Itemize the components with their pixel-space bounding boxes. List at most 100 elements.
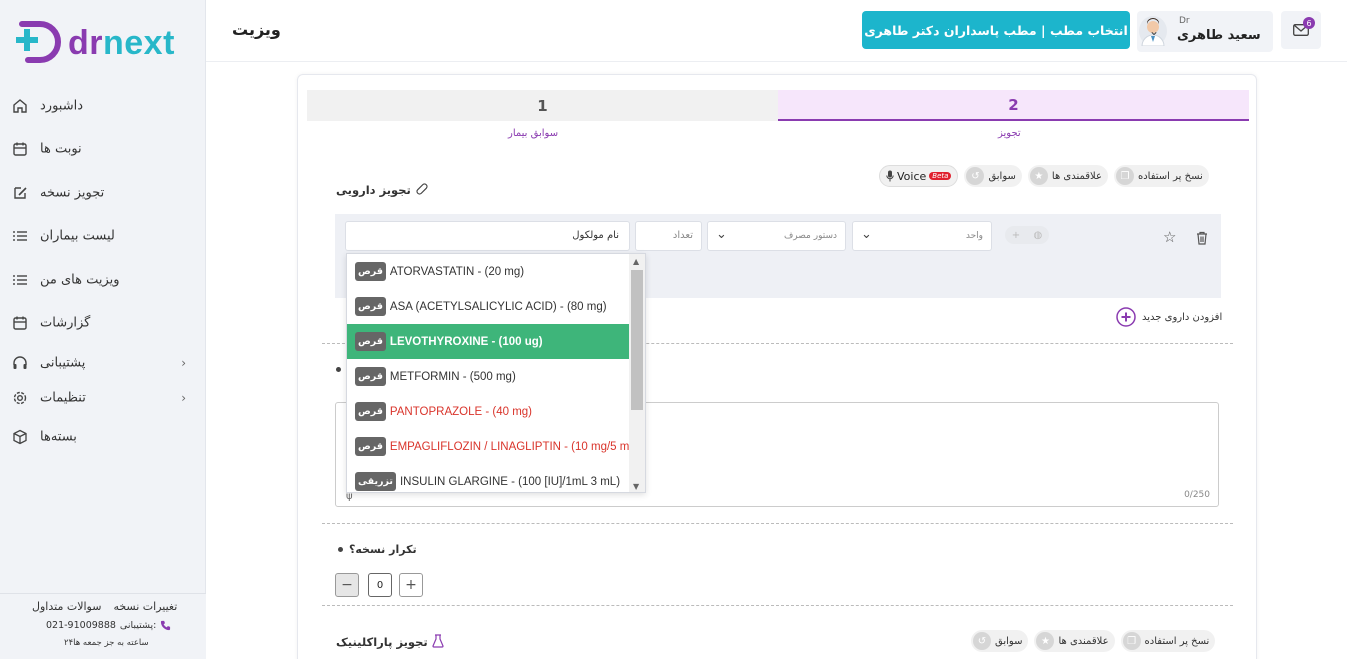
bullet — [338, 547, 343, 552]
sidebar-item-patients[interactable]: لیست بیماران — [0, 215, 206, 259]
gear-icon — [13, 391, 27, 404]
changelog-link[interactable]: تغییرات نسخه — [113, 600, 177, 613]
list-item-selected[interactable]: قرص LEVOTHYROXINE - (100 ug) — [347, 324, 629, 359]
sidebar-item-label: لیست بیماران — [40, 228, 115, 244]
repeat-count-input[interactable]: 0 — [368, 573, 392, 597]
beta-badge: Beta — [929, 172, 952, 180]
logo-mark-icon — [16, 21, 61, 63]
sidebar-item-label: بسته‌ها — [40, 429, 77, 444]
divider — [322, 605, 1233, 606]
sidebar-item-prescription[interactable]: تجویز نسخه — [0, 171, 206, 215]
edit-icon — [14, 187, 27, 199]
list-item[interactable]: قرص ATORVASTATIN - (20 mg) — [347, 254, 629, 289]
list-item[interactable]: قرص PANTOPRAZOLE - (40 mg) — [347, 394, 629, 429]
sidebar-footer: سوالات متداول تغییرات نسخه 021-91009888 … — [0, 593, 206, 659]
star-icon: ★ — [1036, 632, 1055, 650]
sidebar-item-packages[interactable]: بسته‌ها — [0, 415, 206, 458]
select-clinic-button[interactable]: انتخاب مطب | مطب پاسداران دکتر طاهری — [862, 11, 1130, 49]
paraclinic-favorites-chip[interactable]: ★ علاقمندی ها — [1034, 630, 1115, 652]
user-menu[interactable]: Dr سعید طاهری ⌄ — [1137, 11, 1273, 52]
drug-option-text: EMPAGLIFLOZIN / LINAGLIPTIN - (10 mg/5 m… — [389, 440, 640, 453]
pill-icon — [416, 183, 428, 195]
list-icon — [13, 231, 27, 241]
paraclinic-frequent-label: نسخ پر استفاده — [1144, 635, 1210, 647]
sidebar-item-my-visits[interactable]: ویزیت های من — [0, 258, 206, 302]
decrement-button[interactable]: − — [335, 573, 359, 597]
star-icon: ★ — [1029, 167, 1048, 185]
app-root: drnext داشبورد نوبت ها تجویز نسخه لیست ب… — [0, 0, 1347, 659]
trash-icon[interactable] — [1195, 231, 1209, 245]
drug-form-badge: قرص — [355, 297, 386, 316]
paraclinic-section-title: تجویز پاراکلینیک — [336, 634, 444, 649]
brand-name: drnext — [68, 24, 175, 62]
drug-form-badge: قرص — [355, 367, 386, 386]
drug-option-text: LEVOTHYROXINE - (100 ug) — [389, 335, 543, 348]
support-phone-label: پشتیبانی: — [119, 620, 157, 631]
sidebar-item-appointments[interactable]: نوبت ها — [0, 128, 206, 172]
paraclinic-toolbar: ↺ سوابق ★ علاقمندی ها ❐ نسخ پر استفاده — [971, 630, 1216, 652]
support-phone-number: 021-91009888 — [46, 620, 116, 631]
drug-section-title-text: تجویز دارویی — [336, 183, 411, 197]
user-title: Dr — [1179, 16, 1190, 26]
usage-select[interactable]: دستور مصرف ⌄ — [707, 221, 846, 251]
drug-option-text: ATORVASTATIN - (20 mg) — [389, 265, 525, 278]
copy-icon: ❐ — [1115, 167, 1134, 185]
sidebar-item-label: پشتیبانی — [40, 355, 86, 370]
favorite-star-button[interactable]: ☆ — [1163, 228, 1176, 246]
bullet — [336, 367, 341, 372]
step-label-prescribe: تجویز — [998, 128, 1021, 139]
paraclinic-frequent-chip[interactable]: ❐ نسخ پر استفاده — [1120, 630, 1216, 652]
increment-button[interactable]: + — [399, 573, 423, 597]
scrollbar-thumb[interactable] — [631, 270, 643, 410]
box-icon — [13, 429, 27, 444]
pill-toggle-icon: ◍ — [1033, 229, 1043, 241]
drug-option-text: METFORMIN - (500 mg) — [389, 370, 516, 383]
scroll-down-icon[interactable]: ▼ — [633, 482, 639, 491]
paraclinic-history-chip[interactable]: ↺ سوابق — [971, 630, 1029, 652]
chevron-down-icon: ⌄ — [861, 227, 872, 242]
add-drug-label: افزودن داروی جدید — [1142, 311, 1223, 323]
faq-link[interactable]: سوالات متداول — [32, 600, 101, 613]
list-item[interactable]: قرص EMPAGLIFLOZIN / LINAGLIPTIN - (10 mg… — [347, 429, 640, 464]
list-item[interactable]: قرص ASA (ACETYLSALICYLIC ACID) - (80 mg) — [347, 289, 629, 324]
favorites-chip[interactable]: ★ علاقمندی ها — [1027, 165, 1108, 187]
brand-logo[interactable]: drnext — [16, 14, 196, 68]
footer-links: سوالات متداول تغییرات نسخه — [32, 600, 177, 613]
sidebar-item-settings[interactable]: تنظیمات ‹ — [0, 380, 206, 415]
list-item[interactable]: تزریقی INSULIN GLARGINE - (100 [IU]/1mL … — [347, 464, 629, 492]
user-name: سعید طاهری — [1177, 28, 1261, 43]
inbox-button[interactable]: 6 — [1281, 11, 1321, 49]
history-chip[interactable]: ↺ سوابق — [964, 165, 1022, 187]
scrollbar[interactable]: ▲ ▼ — [629, 254, 645, 492]
support-hours: ۲۴ساعته به جز جمعه ها — [64, 638, 149, 648]
add-drug-button[interactable]: افزودن داروی جدید — [1116, 307, 1222, 327]
drug-form-badge: قرص — [355, 437, 386, 456]
sidebar-item-support[interactable]: پشتیبانی ‹ — [0, 345, 206, 380]
scroll-up-icon[interactable]: ▲ — [633, 257, 639, 266]
paraclinic-title-text: تجویز پاراکلینیک — [336, 635, 428, 649]
sidebar-item-label: داشبورد — [40, 98, 83, 114]
list-item[interactable]: قرص METFORMIN - (500 mg) — [347, 359, 629, 394]
quantity-input[interactable]: تعداد — [635, 221, 702, 251]
usage-placeholder: دستور مصرف — [783, 231, 837, 241]
paraclinic-favorites-label: علاقمندی ها — [1058, 635, 1109, 647]
voice-button[interactable]: Voice Beta — [879, 165, 959, 187]
history-icon: ↺ — [973, 632, 991, 650]
sidebar-item-label: نوبت ها — [40, 141, 82, 157]
drug-option-text: PANTOPRAZOLE - (40 mg) — [389, 405, 532, 418]
repeat-question: تکرار نسخه؟ — [338, 543, 417, 556]
frequent-chip[interactable]: ❐ نسخ پر استفاده — [1113, 165, 1209, 187]
step-tab-history[interactable]: 1 — [307, 90, 778, 121]
sidebar-item-dashboard[interactable]: داشبورد — [0, 84, 206, 128]
visit-card: 1 2 سوابق بیمار تجویز تجویز دارویی Voice… — [297, 74, 1257, 659]
dose-toggle[interactable]: + ◍ — [1005, 226, 1049, 244]
sidebar-item-label: گزارشات — [40, 315, 91, 331]
page-title: ویزیت — [232, 20, 281, 39]
unit-select[interactable]: واحد ⌄ — [852, 221, 992, 251]
unit-placeholder: واحد — [965, 231, 983, 241]
top-header: ویزیت انتخاب مطب | مطب پاسداران دکتر طاه… — [206, 0, 1347, 62]
sidebar-item-reports[interactable]: گزارشات — [0, 302, 206, 346]
step-tab-prescribe[interactable]: 2 — [778, 90, 1249, 121]
drug-toolbar: Voice Beta ↺ سوابق ★ علاقمندی ها ❐ نسخ پ… — [879, 165, 1209, 187]
molecule-name-input[interactable]: نام مولکول — [345, 221, 630, 251]
